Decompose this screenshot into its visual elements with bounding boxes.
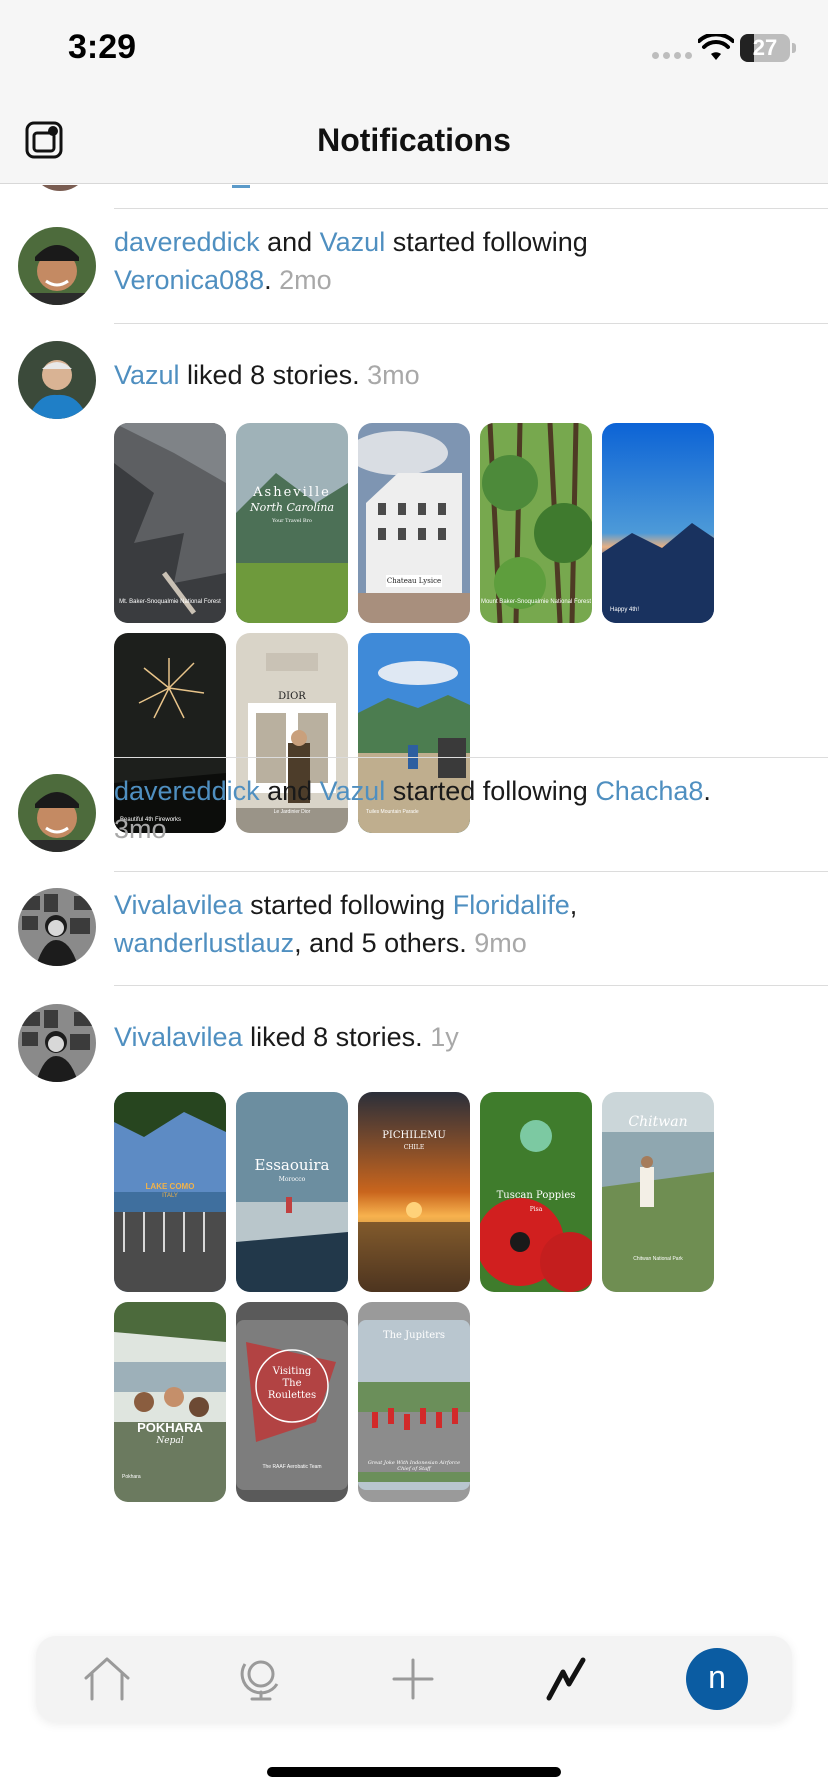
story-thumbnail[interactable]: Mt. Baker-Snoqualmie National Forest (114, 423, 226, 623)
story-title: PICHILEMU (382, 1130, 446, 1141)
notification-item[interactable]: davereddick and Vazul started following … (0, 758, 828, 871)
notification-text: Vivalavilea started following Floridalif… (114, 886, 814, 962)
story-thumbnail[interactable]: PICHILEMU CHILE (358, 1092, 470, 1292)
story-title: POKHARA (137, 1420, 203, 1435)
action-text: started following (385, 227, 588, 257)
story-subtitle: Pisa (529, 1206, 543, 1213)
story-title: LAKE COMO (145, 1182, 195, 1191)
story-title: Tuscan Poppies (496, 1190, 576, 1201)
story-thumbnail[interactable]: Asheville North Carolina Your Travel Bro (236, 423, 348, 623)
davereddick-avatar[interactable] (18, 227, 96, 305)
profile-avatar-tab[interactable]: n (686, 1648, 748, 1710)
user-link[interactable]: Chacha8 (595, 776, 703, 806)
story-subtitle: ITALY (162, 1193, 178, 1199)
punctuation: , (569, 890, 578, 920)
notification-item[interactable]: davereddick and Vazul started following V… (0, 209, 828, 323)
action-text: started following (385, 776, 596, 806)
user-link[interactable]: Floridalife (453, 890, 570, 920)
status-time: 3:29 (68, 28, 137, 66)
user-link[interactable]: wanderlustlauz (114, 928, 294, 958)
wifi-icon (698, 34, 734, 60)
action-text: , and 5 others. (294, 928, 467, 958)
story-thumbnail[interactable]: Chateau Lysice (358, 423, 470, 623)
punctuation: . (264, 265, 272, 295)
timestamp: 2mo (279, 265, 332, 295)
story-title: Essaouira (254, 1156, 330, 1174)
action-text: started following (242, 890, 453, 920)
connector-text: and (259, 776, 320, 806)
story-caption: Mount Baker-Snoqualmie National Forest (480, 599, 592, 605)
vivalavilea-avatar[interactable] (18, 1004, 96, 1082)
partial-link-underline (232, 185, 250, 188)
story-thumbnail[interactable]: Tuscan Poppies Pisa (480, 1092, 592, 1292)
status-bar: 3:29 27 (0, 0, 828, 100)
vivalavilea-avatar[interactable] (18, 888, 96, 966)
story-thumbnail[interactable]: Happy 4th! (602, 423, 714, 623)
story-caption: Chitwan National Park (633, 1256, 683, 1262)
battery-percent: 27 (752, 35, 778, 60)
story-subtitle: Morocco (278, 1176, 306, 1183)
user-link[interactable]: Veronica088 (114, 265, 264, 295)
timestamp: 3mo (114, 814, 167, 844)
battery-icon: 27 (740, 34, 790, 62)
action-text: liked 8 stories. (242, 1022, 423, 1052)
story-subtitle: Nepal (156, 1436, 184, 1446)
user-link[interactable]: Vazul (320, 776, 386, 806)
battery-cap (792, 43, 796, 53)
notifications-feed[interactable]: davereddick and Vazul started following V… (0, 185, 828, 1605)
story-title: Asheville (253, 485, 331, 500)
notification-text: davereddick and Vazul started following V… (114, 223, 814, 299)
timestamp: 1y (430, 1022, 459, 1052)
user-link[interactable]: Vazul (114, 360, 180, 390)
story-subtitle: North Carolina (249, 501, 335, 514)
globe-icon[interactable] (236, 1654, 286, 1704)
page-title: Notifications (317, 122, 511, 158)
action-text: liked 8 stories. (179, 360, 360, 390)
story-caption: Happy 4th! (610, 607, 640, 613)
plus-icon[interactable] (388, 1654, 438, 1704)
home-indicator (267, 1767, 561, 1777)
story-caption: Great Joke With Indonesian Airforce Chie… (367, 1460, 461, 1472)
punctuation: . (703, 776, 711, 806)
user-link[interactable]: Vivalavilea (114, 1022, 243, 1052)
story-thumbnail[interactable]: LAKE COMO ITALY (114, 1092, 226, 1292)
story-thumbnail[interactable]: Essaouira Morocco (236, 1092, 348, 1292)
story-grid: LAKE COMO ITALY Essaouira Morocco PICHIL… (114, 1092, 734, 1502)
user-link[interactable]: davereddick (114, 227, 260, 257)
timestamp: 3mo (367, 360, 420, 390)
story-title: DIOR (278, 691, 306, 702)
timestamp: 9mo (474, 928, 527, 958)
notification-text: Vazul liked 8 stories. 3mo (114, 356, 814, 394)
story-thumbnail[interactable]: Chitwan Chitwan National Park (602, 1092, 714, 1292)
story-thumbnail[interactable]: POKHARA Nepal Pokhara (114, 1302, 226, 1502)
story-thumbnail[interactable]: Mount Baker-Snoqualmie National Forest (480, 423, 592, 623)
story-title: Visiting The Roulettes (267, 1366, 317, 1401)
story-title: The Jupiters (382, 1330, 446, 1341)
tab-bar: n (36, 1636, 792, 1722)
notification-item[interactable]: Vivalavilea started following Floridalif… (0, 872, 828, 985)
home-icon[interactable] (82, 1654, 132, 1704)
user-link[interactable]: Vazul (320, 227, 386, 257)
avatar-partial (30, 185, 90, 191)
connector-text: and (259, 227, 320, 257)
story-tag: Your Travel Bro (272, 518, 312, 524)
story-caption: Mt. Baker-Snoqualmie National Forest (119, 599, 221, 605)
activity-icon[interactable] (541, 1654, 591, 1704)
davereddick-avatar[interactable] (18, 774, 96, 852)
story-title: Chateau Lysice (386, 575, 442, 587)
story-subtitle: CHILE (403, 1144, 425, 1151)
notification-item[interactable]: Vivalavilea liked 8 stories. 1y LAKE COM… (0, 986, 828, 1605)
header: Notifications (0, 100, 828, 184)
story-thumbnail[interactable]: The Jupiters Great Joke With Indonesian … (358, 1302, 470, 1502)
story-thumbnail[interactable]: Visiting The Roulettes The RAAF Aerobati… (236, 1302, 348, 1502)
notification-text: davereddick and Vazul started following … (114, 772, 814, 848)
user-link[interactable]: davereddick (114, 776, 260, 806)
cellular-signal-icon (652, 52, 692, 59)
user-link[interactable]: Vivalavilea (114, 890, 243, 920)
story-title: Chitwan (628, 1114, 688, 1130)
vazul-avatar[interactable] (18, 341, 96, 419)
story-caption: The RAAF Aerobatic Team (262, 1464, 322, 1470)
notification-text: Vivalavilea liked 8 stories. 1y (114, 1018, 814, 1056)
story-caption: Pokhara (122, 1474, 141, 1480)
